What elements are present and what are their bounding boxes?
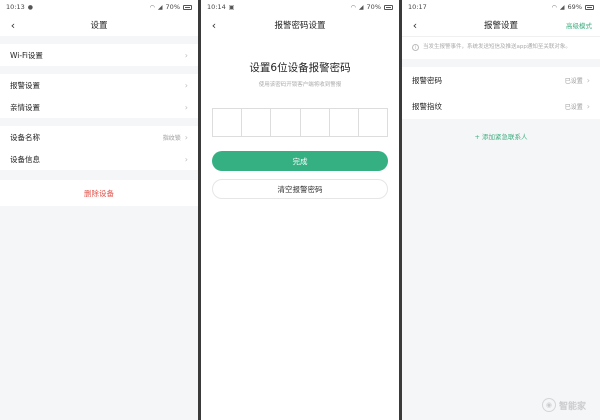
- status-time: 10:17: [408, 3, 427, 11]
- advanced-mode-link[interactable]: 高级模式: [566, 20, 592, 30]
- settings-item-label: 报警指纹: [412, 101, 442, 111]
- status-bar: 10:14 ▣ ◠ ◢ 70%: [201, 0, 399, 14]
- battery-percent: 69%: [567, 3, 582, 11]
- settings-item-label: 报警设置: [10, 80, 40, 90]
- password-panel: 设置6位设备报警密码 使用该密码开锁客户端将收到警报 完成 清空报警密码: [201, 36, 399, 420]
- password-digit[interactable]: [301, 109, 330, 136]
- chevron-right-icon: ›: [184, 102, 188, 112]
- status-bar: 10:13 ● ◠ ◢ 70%: [0, 0, 198, 14]
- settings-item-wifi[interactable]: Wi-Fi设置 ›: [0, 44, 198, 66]
- watermark: ◉ 智能家: [541, 398, 586, 412]
- status-bar: 10:17 ◠ ◢ 69%: [402, 0, 600, 14]
- settings-item-alarm-password[interactable]: 报警密码 已设置 ›: [402, 67, 600, 93]
- password-heading: 设置6位设备报警密码: [249, 62, 351, 74]
- wifi-icon: ◠: [551, 3, 557, 11]
- status-time: 10:13: [6, 3, 25, 11]
- settings-item-label: Wi-Fi设置: [10, 50, 43, 60]
- info-icon: i: [412, 44, 419, 51]
- nav-bar: ‹ 设置: [0, 14, 198, 36]
- settings-item-family[interactable]: 亲情设置 ›: [0, 96, 198, 118]
- password-digit[interactable]: [242, 109, 272, 136]
- wifi-icon: ◠: [350, 3, 356, 11]
- settings-item-alarm-fingerprint[interactable]: 报警指纹 已设置 ›: [402, 93, 600, 119]
- alarm-settings-group: 报警密码 已设置 › 报警指纹 已设置 ›: [402, 67, 600, 119]
- screens-collage: 10:13 ● ◠ ◢ 70% ‹ 设置 Wi-Fi设置 › 报警设置 › 亲情…: [0, 0, 600, 420]
- settings-item-label: 亲情设置: [10, 102, 40, 112]
- password-digit-boxes[interactable]: [212, 108, 388, 137]
- add-emergency-contact-link[interactable]: + 添加紧急联系人: [402, 131, 600, 141]
- notice-text: 当发生报警事件，系统发送短信及推送app通知至关联对象。: [423, 44, 571, 50]
- watermark-logo-icon: ◉: [541, 398, 556, 412]
- nav-bar: ‹ 报警设置 高级模式: [402, 14, 600, 36]
- page-title: 报警密码设置: [274, 21, 326, 31]
- battery-icon: [183, 4, 192, 10]
- password-subtitle: 使用该密码开锁客户端将收到警报: [258, 82, 342, 88]
- settings-group-wifi: Wi-Fi设置 ›: [0, 44, 198, 66]
- back-icon[interactable]: ‹: [408, 17, 422, 33]
- alarm-settings-screen: 10:17 ◠ ◢ 69% ‹ 报警设置 高级模式 i 当发生报警事件，系统发送…: [402, 0, 600, 420]
- battery-icon: [585, 4, 594, 10]
- alarm-password-screen: 10:14 ▣ ◠ ◢ 70% ‹ 报警密码设置 设置6位设备报警密码 使用该密…: [201, 0, 399, 420]
- status-value: 已设置: [564, 77, 583, 85]
- confirm-button[interactable]: 完成: [212, 151, 388, 171]
- password-digit[interactable]: [330, 109, 359, 136]
- signal-icon: ◢: [358, 3, 364, 11]
- page-title: 设置: [90, 21, 108, 31]
- wifi-icon: ◠: [149, 3, 155, 11]
- settings-item-label: 设备名称: [10, 132, 40, 142]
- clear-password-button[interactable]: 清空报警密码: [212, 179, 388, 199]
- password-digit[interactable]: [271, 109, 301, 136]
- notice-banner: i 当发生报警事件，系统发送短信及推送app通知至关联对象。: [402, 36, 600, 59]
- status-value: 已设置: [564, 103, 583, 111]
- watermark-text: 智能家: [558, 401, 586, 412]
- device-name-value: 指纹锁: [162, 134, 181, 142]
- notification-icon: ●: [27, 3, 33, 11]
- password-digit[interactable]: [359, 109, 387, 136]
- status-time: 10:14: [207, 3, 226, 11]
- nav-bar: ‹ 报警密码设置: [201, 14, 399, 36]
- chevron-right-icon: ›: [586, 101, 590, 111]
- settings-item-label: 报警密码: [412, 75, 442, 85]
- settings-item-device-name[interactable]: 设备名称 指纹锁 ›: [0, 126, 198, 148]
- battery-icon: [384, 4, 393, 10]
- back-icon[interactable]: ‹: [6, 17, 20, 33]
- settings-item-alarm[interactable]: 报警设置 ›: [0, 74, 198, 96]
- settings-screen: 10:13 ● ◠ ◢ 70% ‹ 设置 Wi-Fi设置 › 报警设置 › 亲情…: [0, 0, 198, 420]
- battery-percent: 70%: [165, 3, 180, 11]
- settings-item-device-info[interactable]: 设备信息 ›: [0, 148, 198, 170]
- signal-icon: ◢: [559, 3, 565, 11]
- chevron-right-icon: ›: [184, 154, 188, 164]
- image-icon: ▣: [228, 3, 235, 11]
- delete-device-button[interactable]: 删除设备: [0, 180, 198, 206]
- chevron-right-icon: ›: [184, 50, 188, 60]
- chevron-right-icon: ›: [184, 132, 188, 142]
- settings-item-label: 设备信息: [10, 154, 40, 164]
- signal-icon: ◢: [157, 3, 163, 11]
- chevron-right-icon: ›: [586, 75, 590, 85]
- chevron-right-icon: ›: [184, 80, 188, 90]
- settings-group-device: 设备名称 指纹锁 › 设备信息 ›: [0, 126, 198, 170]
- back-icon[interactable]: ‹: [207, 17, 221, 33]
- battery-percent: 70%: [366, 3, 381, 11]
- settings-group-alarm: 报警设置 › 亲情设置 ›: [0, 74, 198, 118]
- password-digit[interactable]: [213, 109, 243, 136]
